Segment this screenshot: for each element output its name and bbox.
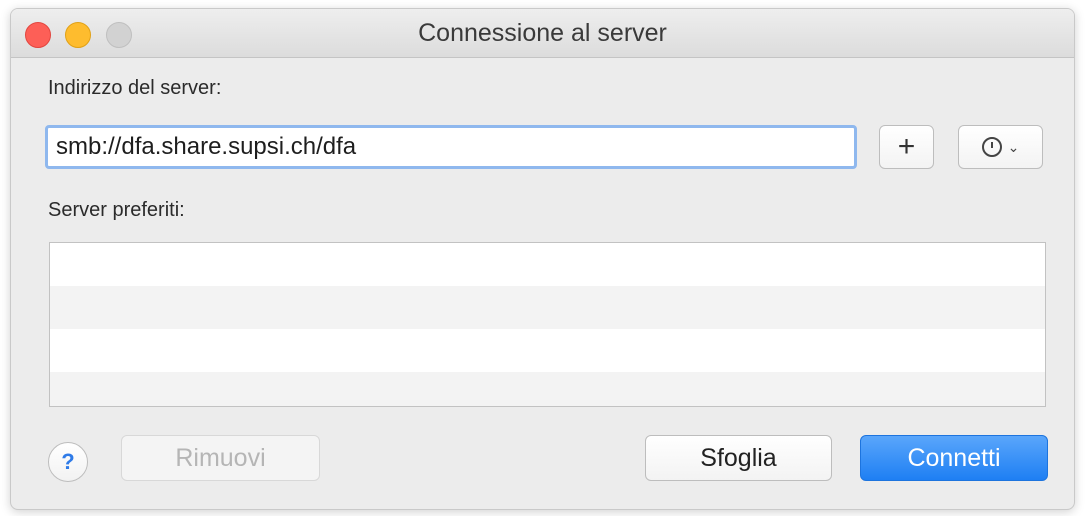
list-row: [50, 243, 1045, 286]
add-favorite-button[interactable]: +: [879, 125, 934, 169]
chevron-down-icon: ⌄: [1007, 138, 1020, 155]
help-button[interactable]: ?: [48, 442, 88, 482]
server-address-label: Indirizzo del server:: [48, 77, 222, 99]
favorite-servers-list[interactable]: [49, 242, 1046, 407]
favorite-servers-label: Server preferiti:: [48, 199, 185, 221]
connect-to-server-window: Connessione al server Indirizzo del serv…: [10, 8, 1075, 510]
plus-icon: +: [897, 130, 916, 163]
connect-button[interactable]: Connetti: [860, 435, 1048, 481]
browse-button[interactable]: Sfoglia: [645, 435, 832, 481]
list-row: [50, 329, 1045, 372]
list-row: [50, 286, 1045, 329]
clock-icon: [981, 137, 1002, 157]
window-title: Connessione al server: [418, 19, 667, 47]
recent-servers-button[interactable]: ⌄: [958, 125, 1043, 169]
help-icon: ?: [61, 449, 75, 474]
title-bar[interactable]: Connessione al server: [11, 9, 1074, 58]
list-row: [50, 372, 1045, 406]
remove-button: Rimuovi: [121, 435, 320, 481]
server-address-input[interactable]: [45, 125, 857, 169]
